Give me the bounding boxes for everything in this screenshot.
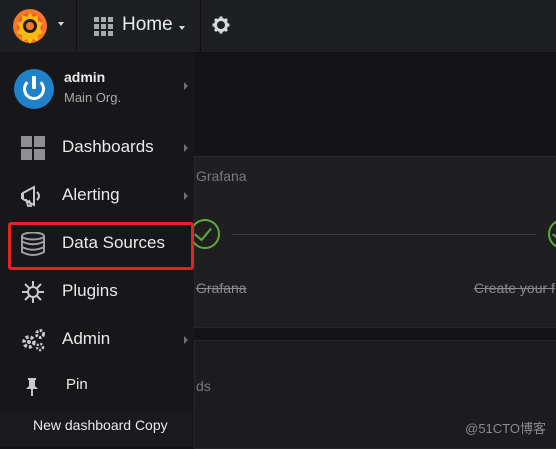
divider xyxy=(200,0,201,52)
pin-icon xyxy=(26,378,38,396)
dashboards-grid-icon xyxy=(94,17,113,36)
getting-started-panel xyxy=(194,156,556,328)
sidebar-item-plugins[interactable]: Plugins xyxy=(0,268,194,316)
sidebar-item-label: Alerting xyxy=(62,185,120,204)
sidebar-item-alerting[interactable]: Alerting xyxy=(0,172,194,220)
avatar xyxy=(14,69,54,109)
sidebar-item-dashboards[interactable]: Dashboards xyxy=(0,124,194,172)
sidebar-item-admin[interactable]: Admin xyxy=(0,316,194,364)
grafana-logo-icon[interactable] xyxy=(10,6,50,46)
chevron-right-icon xyxy=(184,192,188,200)
chevron-down-icon xyxy=(179,26,185,30)
dashboard-link[interactable]: New dashboard Copy xyxy=(0,412,194,447)
check-icon xyxy=(190,219,220,249)
dashboard-link-label: New dashboard Copy xyxy=(33,417,168,433)
step-label[interactable]: Grafana xyxy=(196,280,247,296)
dashboard-picker-button[interactable]: Home xyxy=(84,0,200,52)
org-name: Main Org. xyxy=(64,90,122,105)
dashboards-grid-icon xyxy=(21,136,45,160)
progress-track xyxy=(232,234,536,235)
sidebar-item-label: Admin xyxy=(62,329,111,348)
list-heading: ds xyxy=(196,378,211,394)
chevron-right-icon xyxy=(184,144,188,152)
highlight-box xyxy=(8,222,194,270)
logo-caret-icon[interactable] xyxy=(58,22,64,26)
sidebar-item-label: Plugins xyxy=(62,281,118,300)
megaphone-icon xyxy=(21,185,40,207)
watermark: @51CTO博客 xyxy=(465,421,546,436)
profile-menu-item[interactable]: admin Main Org. xyxy=(0,52,194,124)
plugin-icon xyxy=(22,281,44,303)
sidebar-item-label: Dashboards xyxy=(62,137,154,156)
chevron-right-icon xyxy=(184,82,188,90)
gears-icon xyxy=(22,329,45,352)
sidebar-item-pin[interactable]: Pin xyxy=(0,364,194,412)
chevron-right-icon xyxy=(184,336,188,344)
panel-heading: Grafana xyxy=(196,168,247,184)
user-name: admin xyxy=(64,69,106,85)
top-navbar: Home xyxy=(0,0,556,53)
home-label: Home xyxy=(122,14,173,35)
step-label[interactable]: Create your f xyxy=(474,280,555,296)
sidebar-item-label: Pin xyxy=(66,376,88,393)
divider xyxy=(76,0,77,52)
gear-icon[interactable] xyxy=(212,16,230,34)
